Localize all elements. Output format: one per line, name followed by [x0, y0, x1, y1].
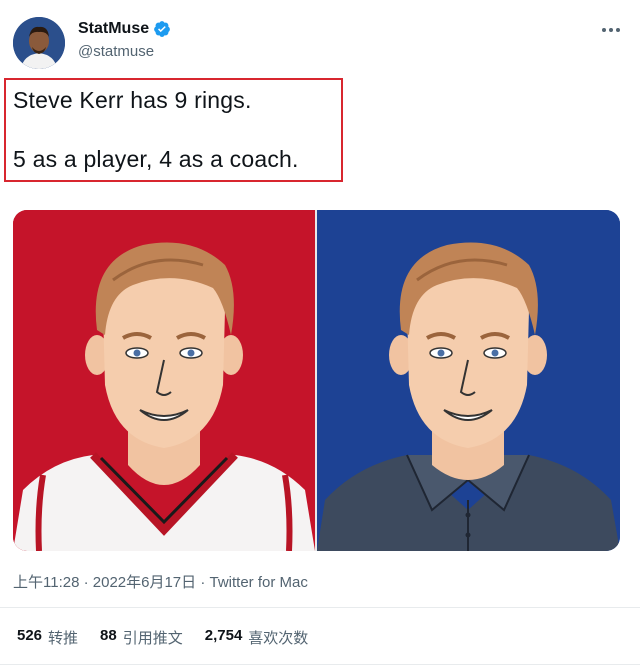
retweets-stat[interactable]: 526 转推: [17, 627, 78, 648]
media-image-player[interactable]: [13, 210, 315, 551]
tweet-timestamp-source[interactable]: 上午11:28 · 2022年6月17日 · Twitter for Mac: [13, 571, 308, 592]
player-illustration: [13, 210, 315, 551]
retweets-count: 526: [17, 627, 43, 644]
media-image-coach[interactable]: [317, 210, 620, 551]
author-avatar[interactable]: [13, 17, 65, 69]
verified-badge-icon: [154, 21, 170, 37]
quote-tweets-label: 引用推文: [122, 630, 183, 647]
retweets-label: 转推: [48, 630, 79, 647]
tweet-text-line-2: 5 as a player, 4 as a coach.: [13, 146, 299, 172]
author-handle[interactable]: @statmuse: [78, 43, 154, 60]
tweet-text-line-1: Steve Kerr has 9 rings.: [13, 87, 252, 113]
tweet-media[interactable]: [13, 210, 620, 551]
divider: [0, 664, 640, 665]
coach-illustration: [317, 210, 620, 551]
likes-stat[interactable]: 2,754 喜欢次数: [205, 627, 309, 648]
more-options-icon[interactable]: [600, 22, 622, 38]
likes-count: 2,754: [204, 627, 243, 644]
quote-tweets-count: 88: [100, 627, 117, 644]
author-display-name[interactable]: StatMuse: [78, 20, 149, 38]
avatar-image: [13, 17, 65, 69]
author-name-row[interactable]: StatMuse: [78, 20, 171, 38]
tweet-stats: 526 转推 88 引用推文 2,754 喜欢次数: [17, 627, 330, 648]
divider: [0, 607, 640, 608]
likes-label: 喜欢次数: [248, 630, 309, 647]
quote-tweets-stat[interactable]: 88 引用推文: [100, 627, 183, 648]
